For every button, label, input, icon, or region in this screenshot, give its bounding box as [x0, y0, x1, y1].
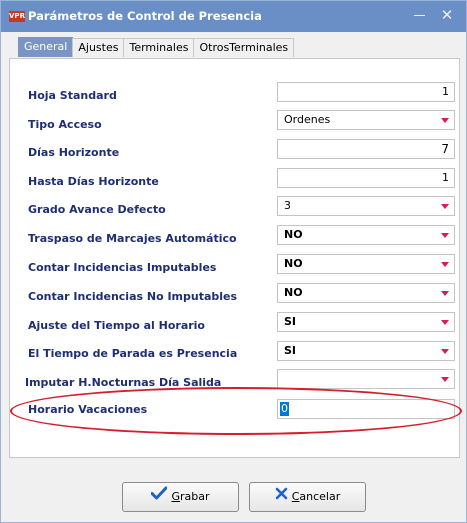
hoja-standard-label: Hoja Standard [28, 89, 117, 102]
hasta-dias-horizonte-field[interactable]: 1 [277, 168, 455, 188]
contar-no-imputables-select[interactable]: NO [277, 283, 455, 303]
tab-terminales[interactable]: Terminales [123, 38, 195, 57]
dias-horizonte-label: Días Horizonte [28, 146, 120, 159]
contar-imputables-label: Contar Incidencias Imputables [28, 261, 217, 274]
chevron-down-icon[interactable] [441, 377, 449, 382]
app-icon: VPR [9, 11, 25, 22]
grado-avance-defecto-select[interactable]: 3 [277, 196, 455, 216]
chevron-down-icon[interactable] [441, 320, 449, 325]
contar-no-imputables-value: NO [284, 286, 303, 299]
title-bar[interactable]: VPR Parámetros de Control de Presencia ✕ [1, 1, 466, 32]
tab-bar: General Ajustes Terminales OtrosTerminal… [18, 37, 295, 58]
chevron-down-icon[interactable] [441, 349, 449, 354]
cancelar-label: ancelar [299, 490, 341, 503]
cancelar-button[interactable]: Cancelar [249, 482, 366, 512]
traspaso-marcajes-value: NO [284, 228, 303, 241]
grado-avance-defecto-value: 3 [284, 199, 291, 212]
grabar-accel: G [171, 490, 180, 503]
close-icon[interactable]: ✕ [439, 7, 455, 23]
grabar-button[interactable]: Grabar [122, 482, 239, 512]
tiempo-parada-select[interactable]: SI [277, 341, 455, 361]
x-icon [275, 483, 288, 511]
chevron-down-icon[interactable] [441, 118, 449, 123]
chevron-down-icon[interactable] [441, 204, 449, 209]
grado-avance-defecto-label: Grado Avance Defecto [28, 203, 166, 216]
tab-ajustes[interactable]: Ajustes [72, 38, 125, 57]
window-title: Parámetros de Control de Presencia [28, 9, 262, 23]
checkmark-icon [150, 483, 168, 511]
grabar-label: rabar [180, 490, 210, 503]
hasta-dias-horizonte-label: Hasta Días Horizonte [28, 175, 159, 188]
tiempo-parada-label: El Tiempo de Parada es Presencia [28, 347, 238, 360]
tipo-acceso-label: Tipo Acceso [28, 118, 102, 131]
tab-general[interactable]: General [18, 37, 74, 57]
tab-otros-terminales[interactable]: OtrosTerminales [193, 38, 295, 57]
contar-imputables-value: NO [284, 257, 303, 270]
contar-imputables-select[interactable]: NO [277, 254, 455, 274]
ajuste-tiempo-select[interactable]: SI [277, 312, 455, 332]
ajuste-tiempo-label: Ajuste del Tiempo al Horario [28, 319, 205, 332]
tiempo-parada-value: SI [284, 344, 297, 357]
hoja-standard-field[interactable]: 1 [277, 82, 455, 102]
imputar-nocturnas-select[interactable] [277, 369, 455, 389]
tipo-acceso-select[interactable]: Ordenes [277, 110, 455, 130]
highlight-annotation [10, 387, 462, 435]
minimize-icon[interactable] [413, 8, 427, 22]
chevron-down-icon[interactable] [441, 291, 449, 296]
dialog-window: VPR Parámetros de Control de Presencia ✕… [0, 0, 467, 523]
traspaso-marcajes-select[interactable]: NO [277, 225, 455, 245]
ajuste-tiempo-value: SI [284, 315, 297, 328]
chevron-down-icon[interactable] [441, 233, 449, 238]
traspaso-marcajes-label: Traspaso de Marcajes Automático [28, 232, 237, 245]
dias-horizonte-field[interactable]: 7 [277, 139, 455, 159]
contar-no-imputables-label: Contar Incidencias No Imputables [28, 290, 238, 303]
chevron-down-icon[interactable] [441, 262, 449, 267]
tipo-acceso-value: Ordenes [284, 113, 331, 126]
